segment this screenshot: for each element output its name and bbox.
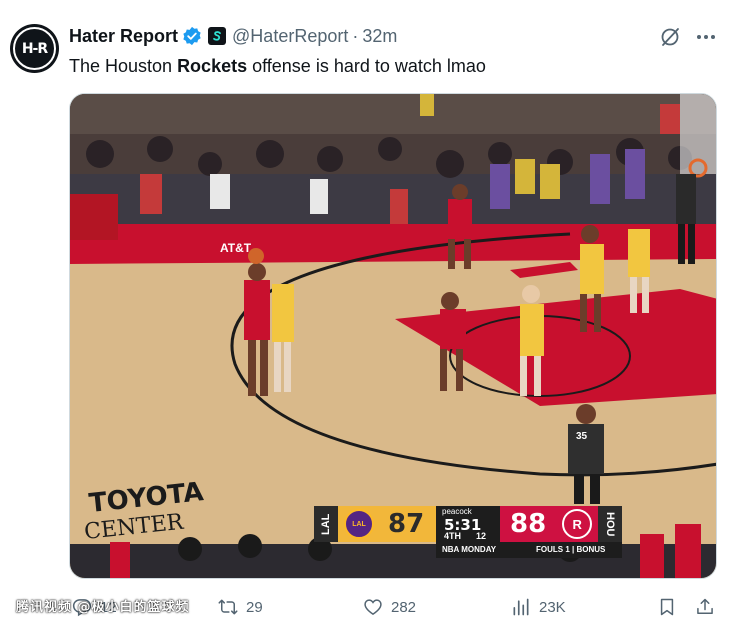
header-separator: ·: [352, 25, 359, 46]
tweet-text-after: offense is hard to watch lmao: [247, 56, 486, 76]
views-count: 23K: [539, 598, 566, 616]
repost-button[interactable]: 29: [218, 592, 263, 622]
like-count: 282: [391, 598, 417, 616]
referee-jersey-number: 35: [576, 431, 588, 442]
scorebug: LAL LAL 87 peacock 5:31 4TH 12 88 R HOU …: [314, 506, 684, 566]
scorebug-bottom-bar: NBA MONDAY FOULS 1 | BONUS: [436, 542, 622, 558]
tweet-text-bold: Rockets: [177, 56, 248, 76]
home-team-abbr: HOU: [598, 506, 622, 542]
lakers-logo-icon: LAL: [344, 509, 374, 539]
tweet-media-video[interactable]: AT&T TOYOTA CENTER 35 LAL LAL 87 peacock…: [69, 93, 717, 579]
author-display-name[interactable]: Hater Report: [69, 26, 178, 47]
game-clock-panel: peacock 5:31 4TH 12: [436, 506, 500, 542]
views-button[interactable]: 23K: [511, 592, 566, 622]
fouls-label: FOULS 1 | BONUS: [536, 545, 606, 554]
more-options-icon[interactable]: [693, 24, 719, 50]
verified-badge-icon[interactable]: [182, 26, 202, 46]
author-handle[interactable]: @HaterReport: [232, 26, 348, 47]
heart-icon: [364, 599, 382, 615]
broadcaster-label: peacock: [442, 507, 472, 516]
repost-count: 29: [246, 598, 263, 616]
tweet-text-before: The Houston: [69, 56, 178, 76]
repost-icon: [218, 599, 238, 615]
att-court-text: AT&T: [220, 241, 252, 255]
share-icon: [697, 598, 713, 614]
affiliate-badge-icon[interactable]: [208, 27, 227, 45]
tweet-header: Hater Report @HaterReport · 32m: [69, 24, 397, 48]
grok-icon[interactable]: [657, 24, 683, 50]
home-score: 88: [510, 509, 547, 539]
share-button[interactable]: [695, 592, 715, 622]
video-watermark: 腾讯视频 @极小白的篮球频: [16, 600, 190, 615]
author-avatar[interactable]: H-R: [10, 24, 59, 73]
away-team-abbr: LAL: [314, 506, 338, 542]
home-team-panel: 88 R: [500, 506, 598, 542]
tweet-text: The Houston Rockets offense is hard to w…: [69, 54, 486, 78]
game-period: 4TH: [444, 531, 462, 541]
away-score: 87: [388, 509, 425, 539]
like-button[interactable]: 282: [363, 592, 416, 622]
show-label: NBA MONDAY: [442, 545, 497, 554]
views-chart-icon: [513, 598, 529, 616]
bookmark-button[interactable]: [657, 592, 677, 622]
post-time[interactable]: 32m: [362, 26, 397, 47]
away-team-panel: LAL 87: [338, 506, 436, 542]
rockets-logo-icon: R: [562, 509, 593, 539]
shot-clock: 12: [476, 531, 487, 541]
avatar-logo-text: H-R: [13, 27, 56, 70]
bookmark-icon: [660, 598, 674, 616]
tweet-post: H-R Hater Report @HaterReport · 32m The …: [0, 0, 729, 627]
